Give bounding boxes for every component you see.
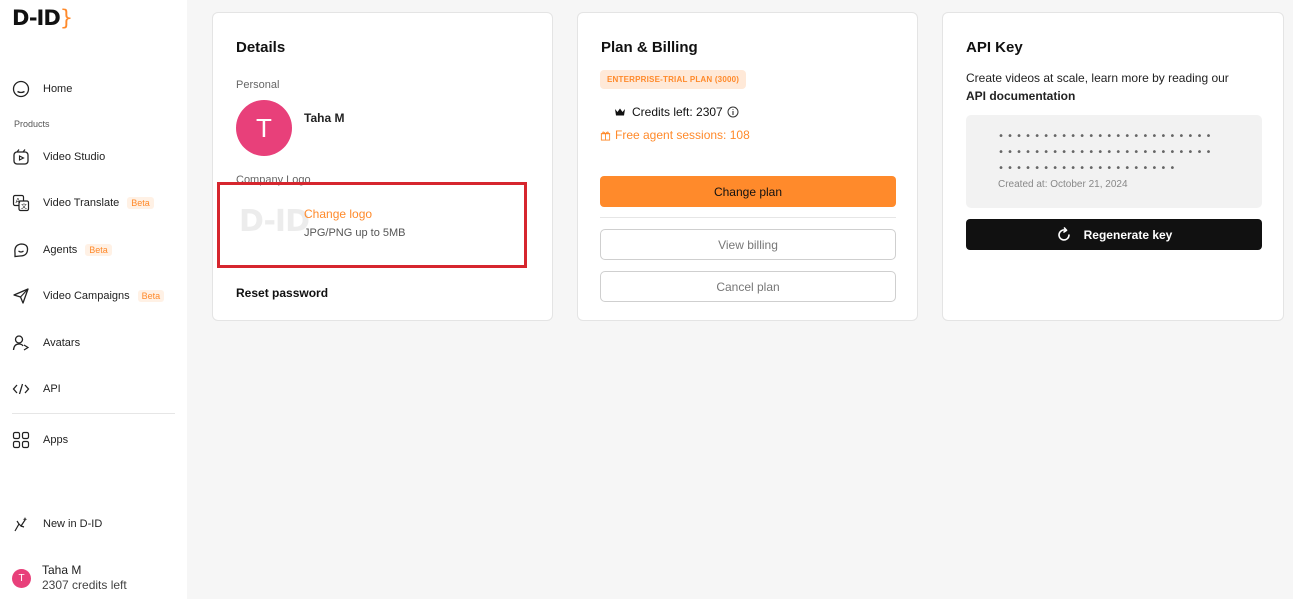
- send-icon: [13, 288, 29, 304]
- code-icon: [12, 383, 30, 395]
- sidebar-item-label: Video Studio: [43, 151, 106, 163]
- avatars-icon: [12, 335, 30, 351]
- d-id-logo[interactable]: D-ID}: [12, 6, 73, 30]
- plan-badge: ENTERPRISE-TRIAL PLAN (3000): [600, 70, 747, 89]
- svg-text:文: 文: [21, 203, 27, 211]
- key-created-date: Created at: October 21, 2024: [998, 179, 1128, 190]
- svg-text:A: A: [16, 197, 21, 205]
- sparkle-hand-icon: [14, 517, 28, 532]
- sidebar-item-video-translate[interactable]: A文 Video Translate Beta: [12, 192, 154, 214]
- apps-grid-icon: [12, 431, 30, 449]
- reset-password-link[interactable]: Reset password: [236, 286, 328, 300]
- sidebar-item-home[interactable]: Home: [12, 78, 72, 100]
- api-description: Create videos at scale, learn more by re…: [966, 69, 1266, 105]
- masked-key-line: ••••••••••••••••••••••••: [998, 131, 1215, 142]
- sidebar-item-agents[interactable]: Agents Beta: [12, 239, 112, 261]
- view-billing-button[interactable]: View billing: [600, 229, 896, 260]
- user-profile[interactable]: T Taha M 2307 credits left: [12, 563, 127, 593]
- free-agent-sessions: Free agent sessions: 108: [600, 128, 750, 142]
- beta-badge: Beta: [137, 290, 165, 302]
- masked-key-line: ••••••••••••••••••••••••: [998, 147, 1215, 158]
- translate-icon: A文: [12, 194, 30, 212]
- billing-title: Plan & Billing: [601, 39, 698, 56]
- crown-icon: [615, 108, 625, 116]
- highlight-annotation-box: [217, 182, 527, 268]
- change-plan-button[interactable]: Change plan: [600, 176, 896, 207]
- sidebar-item-label: Apps: [43, 434, 69, 446]
- api-key-box: •••••••••••••••••••••••• •••••••••••••••…: [966, 115, 1262, 208]
- sidebar-item-video-studio[interactable]: Video Studio: [12, 146, 105, 168]
- products-section-label: Products: [14, 119, 50, 129]
- sidebar: D-ID} Home Products Video Studio A文 Vide…: [0, 0, 187, 599]
- sidebar-item-video-campaigns[interactable]: Video Campaigns Beta: [12, 285, 165, 307]
- video-studio-icon: [13, 149, 29, 165]
- logo-text: D-ID: [12, 6, 61, 30]
- details-card: Details Personal T Taha M Company Logo D…: [212, 12, 553, 321]
- beta-badge: Beta: [85, 244, 112, 256]
- sidebar-item-label: Video Campaigns: [43, 290, 130, 302]
- sidebar-divider: [12, 413, 175, 414]
- cancel-plan-button[interactable]: Cancel plan: [600, 271, 896, 302]
- sidebar-item-apps[interactable]: Apps: [12, 429, 68, 451]
- sidebar-item-label: Avatars: [43, 337, 81, 349]
- billing-card: Plan & Billing ENTERPRISE-TRIAL PLAN (30…: [577, 12, 918, 321]
- refresh-icon: [1057, 226, 1070, 241]
- sidebar-item-label: New in D-ID: [43, 518, 103, 530]
- api-description-text: Create videos at scale, learn more by re…: [966, 71, 1229, 85]
- avatar: T: [12, 569, 31, 588]
- info-icon[interactable]: [727, 106, 739, 118]
- profile-name: Taha M: [304, 111, 345, 125]
- sidebar-item-label: Agents: [43, 244, 78, 256]
- api-documentation-link[interactable]: API documentation: [966, 89, 1075, 103]
- profile-avatar[interactable]: T: [236, 100, 292, 156]
- free-agent-sessions-text: Free agent sessions: 108: [615, 128, 750, 142]
- sidebar-item-label: Home: [43, 83, 73, 95]
- sidebar-item-avatars[interactable]: Avatars: [12, 332, 80, 354]
- regenerate-key-label: Regenerate key: [1083, 227, 1173, 242]
- billing-divider: [600, 217, 896, 218]
- regenerate-key-button[interactable]: Regenerate key: [966, 219, 1262, 250]
- gift-icon: [600, 131, 611, 141]
- credits-left: Credits left: 2307: [614, 105, 745, 119]
- logo-brace: }: [59, 6, 73, 30]
- agents-icon: [14, 243, 29, 258]
- sidebar-item-new-in-d-id[interactable]: New in D-ID: [12, 513, 102, 535]
- sidebar-item-label: API: [43, 383, 61, 395]
- masked-key-line: ••••••••••••••••••••: [998, 163, 1179, 174]
- credits-left-text: Credits left: 2307: [632, 105, 723, 119]
- api-key-card: API Key Create videos at scale, learn mo…: [942, 12, 1284, 321]
- beta-badge: Beta: [127, 197, 154, 209]
- details-title: Details: [236, 39, 286, 56]
- user-credits: 2307 credits left: [42, 578, 127, 592]
- sidebar-item-label: Video Translate: [43, 197, 120, 209]
- home-icon: [12, 80, 30, 98]
- sidebar-item-api[interactable]: API: [12, 378, 61, 400]
- user-name: Taha M: [42, 563, 82, 577]
- api-key-title: API Key: [966, 39, 1023, 56]
- personal-label: Personal: [236, 79, 280, 91]
